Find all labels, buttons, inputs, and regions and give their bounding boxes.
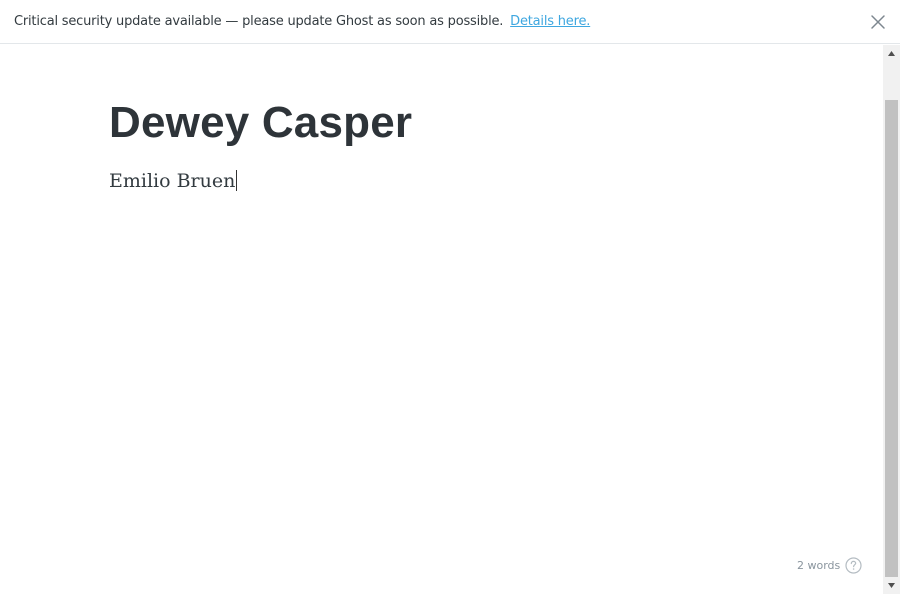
triangle-down-icon (888, 583, 895, 588)
update-notice-message: Critical security update available — ple… (14, 14, 504, 29)
post-editor[interactable]: Dewey Casper Emilio Bruen 2 words (0, 45, 883, 594)
update-notice-text: Critical security update available — ple… (14, 14, 590, 29)
details-link[interactable]: Details here. (510, 14, 590, 29)
scrollbar-thumb[interactable] (885, 100, 898, 577)
post-body-text: Emilio Bruen (109, 170, 236, 192)
scroll-down-button[interactable] (883, 577, 900, 594)
post-title[interactable]: Dewey Casper (109, 98, 412, 148)
text-cursor (236, 170, 238, 191)
question-circle-icon (845, 557, 862, 574)
vertical-scrollbar[interactable] (883, 45, 900, 594)
close-notice-button[interactable] (868, 12, 888, 32)
update-notice-bar: Critical security update available — ple… (0, 0, 900, 44)
help-button[interactable] (845, 557, 862, 574)
close-icon (871, 15, 885, 29)
scroll-up-button[interactable] (883, 45, 900, 62)
triangle-up-icon (888, 51, 895, 56)
post-body[interactable]: Emilio Bruen (109, 170, 238, 192)
word-count: 2 words (797, 559, 841, 572)
